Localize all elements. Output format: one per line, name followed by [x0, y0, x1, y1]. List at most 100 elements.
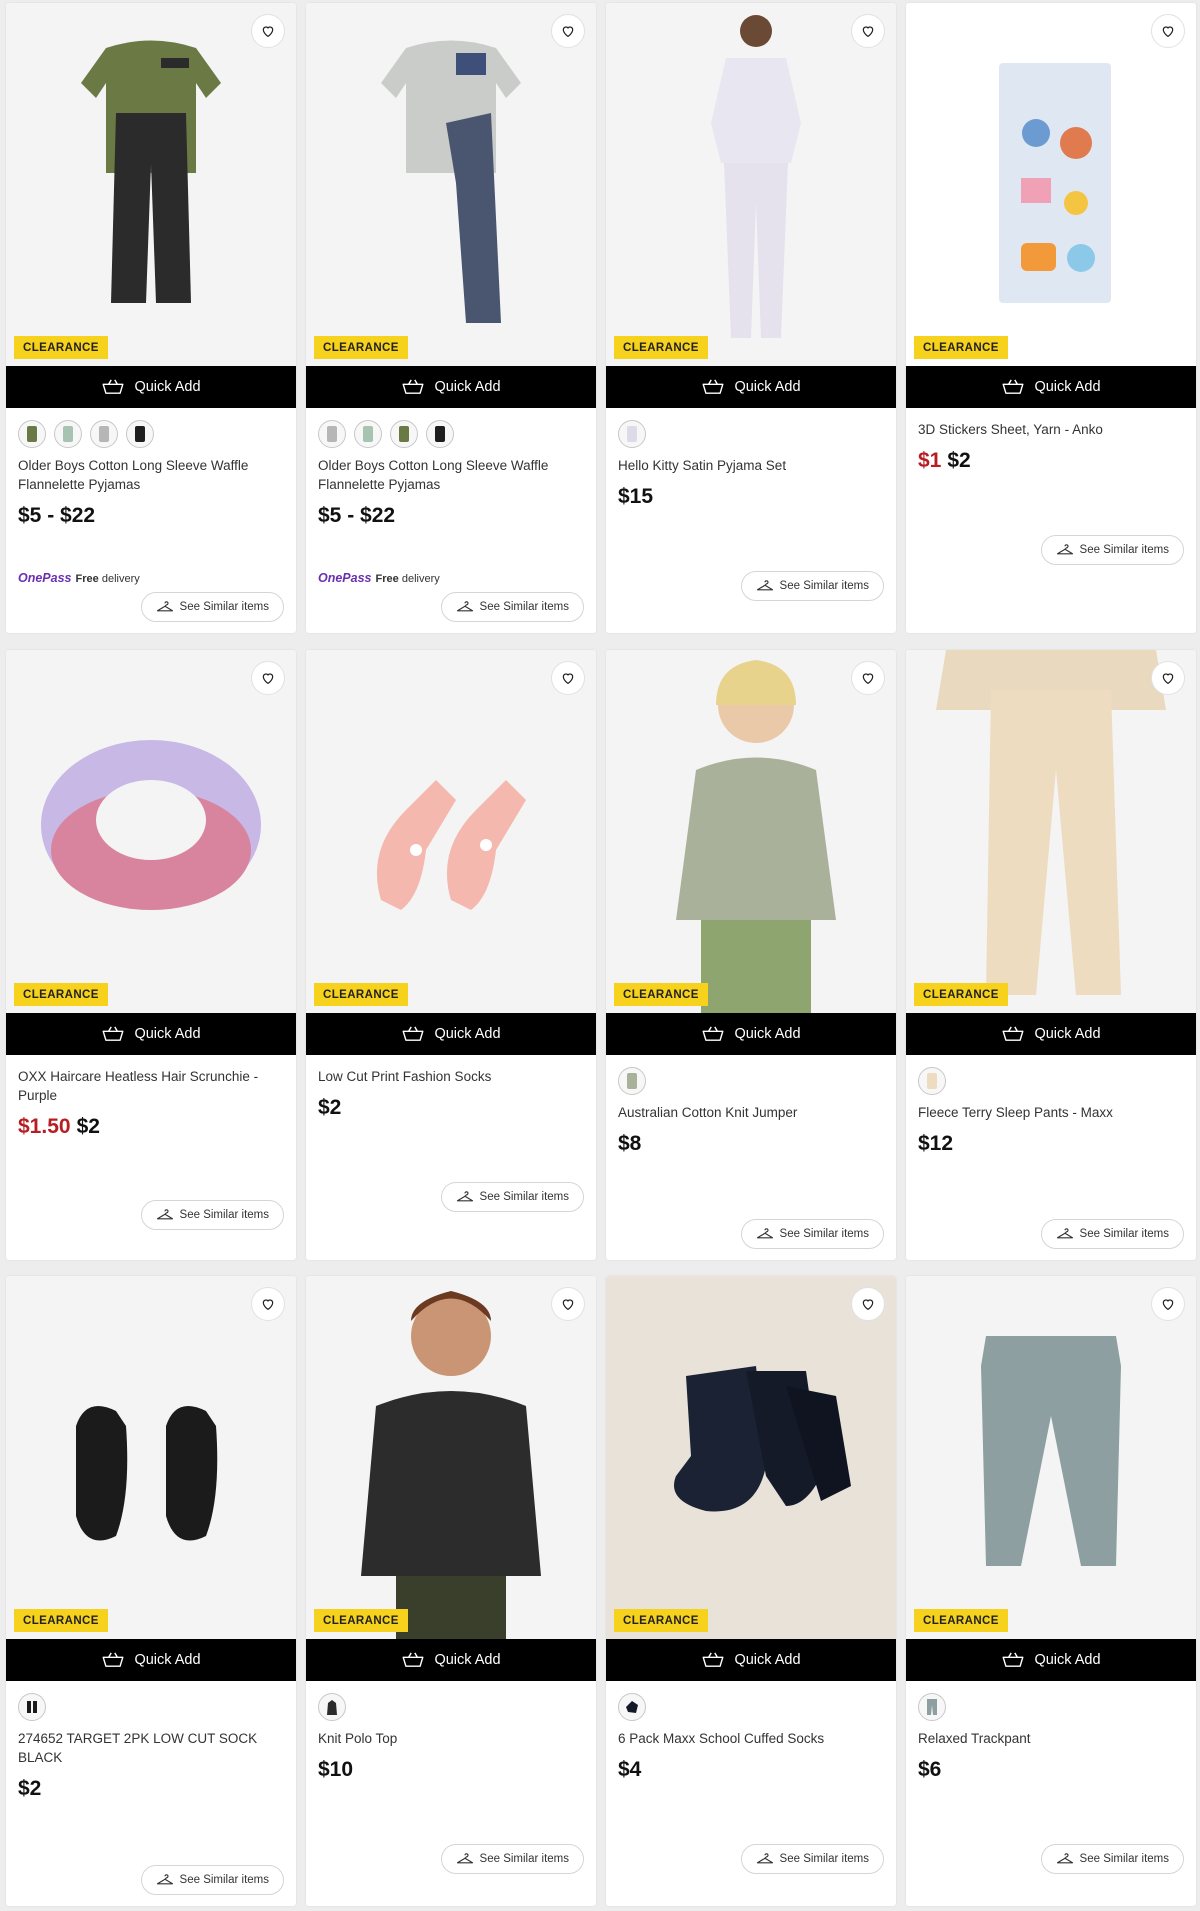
wishlist-heart-icon[interactable] — [1151, 14, 1185, 48]
quick-add-button[interactable]: Quick Add — [906, 366, 1196, 408]
product-name[interactable]: 274652 TARGET 2PK LOW CUT SOCK BLACK — [18, 1729, 284, 1767]
product-price: $15 — [618, 485, 654, 508]
see-similar-button[interactable]: See Similar items — [440, 1844, 584, 1874]
wishlist-heart-icon[interactable] — [851, 661, 885, 695]
product-card[interactable]: CLEARANCE Quick Add Australian Cotton Kn… — [606, 650, 896, 1260]
clearance-badge: CLEARANCE — [14, 336, 108, 359]
clearance-badge: CLEARANCE — [914, 1609, 1008, 1632]
product-card[interactable]: CLEARANCE Quick Add Fleece Terry Sleep P… — [906, 650, 1196, 1260]
product-name[interactable]: Hello Kitty Satin Pyjama Set — [618, 456, 884, 475]
product-image[interactable]: CLEARANCE — [6, 3, 296, 366]
quick-add-button[interactable]: Quick Add — [306, 1013, 596, 1055]
color-swatch[interactable] — [618, 420, 646, 448]
product-image[interactable]: CLEARANCE — [306, 650, 596, 1013]
wishlist-heart-icon[interactable] — [1151, 661, 1185, 695]
product-name[interactable]: Older Boys Cotton Long Sleeve Waffle Fla… — [18, 456, 284, 494]
product-image[interactable]: CLEARANCE — [606, 3, 896, 366]
quick-add-button[interactable]: Quick Add — [906, 1013, 1196, 1055]
product-image[interactable]: CLEARANCE — [306, 3, 596, 366]
sale-price: $1 — [918, 449, 942, 472]
color-swatch[interactable] — [54, 420, 82, 448]
product-image[interactable]: CLEARANCE — [906, 650, 1196, 1013]
quick-add-button[interactable]: Quick Add — [6, 1639, 296, 1681]
wishlist-heart-icon[interactable] — [551, 661, 585, 695]
hanger-icon — [756, 579, 774, 593]
product-name[interactable]: Relaxed Trackpant — [918, 1729, 1184, 1748]
wishlist-heart-icon[interactable] — [251, 661, 285, 695]
quick-add-button[interactable]: Quick Add — [606, 366, 896, 408]
quick-add-button[interactable]: Quick Add — [306, 366, 596, 408]
wishlist-heart-icon[interactable] — [1151, 1287, 1185, 1321]
see-similar-button[interactable]: See Similar items — [1040, 1219, 1184, 1249]
product-name[interactable]: OXX Haircare Heatless Hair Scrunchie - P… — [18, 1067, 284, 1105]
product-image[interactable]: CLEARANCE — [906, 1276, 1196, 1639]
color-swatch[interactable] — [918, 1693, 946, 1721]
wishlist-heart-icon[interactable] — [851, 1287, 885, 1321]
color-swatch[interactable] — [618, 1067, 646, 1095]
see-similar-button[interactable]: See Similar items — [440, 592, 584, 622]
product-image[interactable]: CLEARANCE — [606, 1276, 896, 1639]
product-name[interactable]: 3D Stickers Sheet, Yarn - Anko — [918, 420, 1184, 439]
product-card[interactable]: CLEARANCE Quick Add Older Boys Cotton Lo… — [306, 3, 596, 633]
quick-add-button[interactable]: Quick Add — [906, 1639, 1196, 1681]
product-name[interactable]: 6 Pack Maxx School Cuffed Socks — [618, 1729, 884, 1748]
wishlist-heart-icon[interactable] — [851, 14, 885, 48]
product-image[interactable]: CLEARANCE — [906, 3, 1196, 366]
see-similar-button[interactable]: See Similar items — [140, 592, 284, 622]
quick-add-button[interactable]: Quick Add — [606, 1013, 896, 1055]
hanger-icon — [156, 1873, 174, 1887]
product-card[interactable]: CLEARANCE Quick Add 3D Stickers Sheet, Y… — [906, 3, 1196, 633]
onepass-delivery: OnePass Free delivery — [18, 571, 140, 585]
product-card[interactable]: CLEARANCE Quick Add Hello Kitty Satin Py… — [606, 3, 896, 633]
wishlist-heart-icon[interactable] — [251, 14, 285, 48]
color-swatch[interactable] — [354, 420, 382, 448]
quick-add-button[interactable]: Quick Add — [606, 1639, 896, 1681]
color-swatch[interactable] — [426, 420, 454, 448]
color-swatch[interactable] — [318, 420, 346, 448]
product-card[interactable]: CLEARANCE Quick Add 274652 TARGET 2PK LO… — [6, 1276, 296, 1906]
color-swatch[interactable] — [126, 420, 154, 448]
see-similar-button[interactable]: See Similar items — [140, 1865, 284, 1895]
product-name[interactable]: Older Boys Cotton Long Sleeve Waffle Fla… — [318, 456, 584, 494]
product-card[interactable]: CLEARANCE Quick Add Older Boys Cotton Lo… — [6, 3, 296, 633]
product-card[interactable]: CLEARANCE Quick Add Knit Polo Top $10 Se… — [306, 1276, 596, 1906]
product-image[interactable]: CLEARANCE — [6, 650, 296, 1013]
quick-add-button[interactable]: Quick Add — [6, 1013, 296, 1055]
color-swatch[interactable] — [90, 420, 118, 448]
wishlist-heart-icon[interactable] — [251, 1287, 285, 1321]
product-card[interactable]: CLEARANCE Quick Add OXX Haircare Heatles… — [6, 650, 296, 1260]
product-card[interactable]: CLEARANCE Quick Add Relaxed Trackpant $6… — [906, 1276, 1196, 1906]
see-similar-button[interactable]: See Similar items — [1040, 535, 1184, 565]
product-card[interactable]: CLEARANCE Quick Add 6 Pack Maxx School C… — [606, 1276, 896, 1906]
color-swatch[interactable] — [390, 420, 418, 448]
quick-add-button[interactable]: Quick Add — [6, 366, 296, 408]
clearance-badge: CLEARANCE — [914, 336, 1008, 359]
color-swatch[interactable] — [618, 1693, 646, 1721]
see-similar-button[interactable]: See Similar items — [740, 1219, 884, 1249]
see-similar-button[interactable]: See Similar items — [140, 1200, 284, 1230]
product-card[interactable]: CLEARANCE Quick Add Low Cut Print Fashio… — [306, 650, 596, 1260]
see-similar-button[interactable]: See Similar items — [740, 571, 884, 601]
product-name[interactable]: Low Cut Print Fashion Socks — [318, 1067, 584, 1086]
product-image[interactable]: CLEARANCE — [606, 650, 896, 1013]
color-swatch[interactable] — [918, 1067, 946, 1095]
product-name[interactable]: Fleece Terry Sleep Pants - Maxx — [918, 1103, 1184, 1122]
see-similar-button[interactable]: See Similar items — [440, 1182, 584, 1212]
basket-icon — [401, 1026, 425, 1042]
color-swatch[interactable] — [18, 1693, 46, 1721]
see-similar-button[interactable]: See Similar items — [740, 1844, 884, 1874]
see-similar-button[interactable]: See Similar items — [1040, 1844, 1184, 1874]
product-name[interactable]: Knit Polo Top — [318, 1729, 584, 1748]
color-swatch[interactable] — [318, 1693, 346, 1721]
quick-add-button[interactable]: Quick Add — [306, 1639, 596, 1681]
wishlist-heart-icon[interactable] — [551, 14, 585, 48]
product-image[interactable]: CLEARANCE — [306, 1276, 596, 1639]
color-swatch[interactable] — [18, 420, 46, 448]
basket-icon — [701, 379, 725, 395]
product-image[interactable]: CLEARANCE — [6, 1276, 296, 1639]
wishlist-heart-icon[interactable] — [551, 1287, 585, 1321]
product-price: $10 — [318, 1758, 354, 1781]
product-name[interactable]: Australian Cotton Knit Jumper — [618, 1103, 884, 1122]
satin-pyjama-image — [711, 15, 801, 338]
hanger-icon — [1056, 1852, 1074, 1866]
